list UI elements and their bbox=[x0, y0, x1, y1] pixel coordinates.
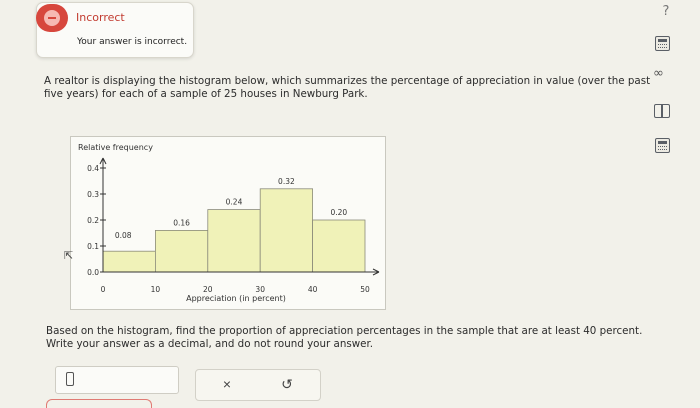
x-tick-label: 10 bbox=[151, 285, 161, 294]
question-prompt: Based on the histogram, find the proport… bbox=[46, 325, 643, 350]
feedback-message: Your answer is incorrect. bbox=[77, 37, 188, 47]
y-tick-label: 0.2 bbox=[87, 216, 99, 225]
bar-value-label: 0.32 bbox=[278, 177, 295, 186]
histogram-chart: Relative frequency0.080.160.240.320.200.… bbox=[78, 143, 380, 303]
x-tick-label: 20 bbox=[203, 285, 213, 294]
histogram-bar bbox=[312, 219, 366, 273]
y-tick-label: 0.4 bbox=[87, 164, 99, 173]
histogram-bar bbox=[259, 188, 313, 273]
clear-button[interactable]: × bbox=[208, 373, 246, 395]
bar-value-label: 0.16 bbox=[173, 218, 190, 227]
calculator-icon[interactable] bbox=[655, 36, 670, 51]
y-tick-label: 0.0 bbox=[87, 268, 99, 277]
histogram-bar bbox=[207, 209, 261, 273]
mouse-cursor-icon: ⇱ bbox=[64, 249, 74, 262]
x-tick-label: 50 bbox=[360, 285, 370, 294]
bar-value-label: 0.20 bbox=[330, 208, 347, 217]
question-text: A realtor is displaying the histogram be… bbox=[44, 75, 651, 100]
undo-button[interactable]: ↺ bbox=[268, 373, 306, 395]
y-tick-label: 0.3 bbox=[87, 190, 99, 199]
incorrect-icon bbox=[36, 4, 68, 32]
text-cursor-icon bbox=[66, 372, 74, 386]
histogram-bar bbox=[102, 250, 156, 273]
x-axis-label: Appreciation (in percent) bbox=[186, 294, 286, 303]
x-tick-label: 30 bbox=[255, 285, 265, 294]
x-tick-label: 0 bbox=[101, 285, 106, 294]
y-axis-label: Relative frequency bbox=[78, 143, 153, 152]
check-answer-button[interactable] bbox=[46, 399, 152, 408]
textbook-icon[interactable] bbox=[654, 104, 670, 118]
data-table-icon[interactable] bbox=[655, 138, 670, 153]
y-tick-label: 0.1 bbox=[87, 242, 99, 251]
bar-value-label: 0.08 bbox=[115, 231, 132, 240]
help-icon[interactable]: ? bbox=[656, 2, 676, 22]
histogram-bar bbox=[155, 230, 209, 273]
x-tick-label: 40 bbox=[308, 285, 318, 294]
feedback-title: Incorrect bbox=[76, 11, 125, 24]
bar-value-label: 0.24 bbox=[226, 198, 243, 207]
